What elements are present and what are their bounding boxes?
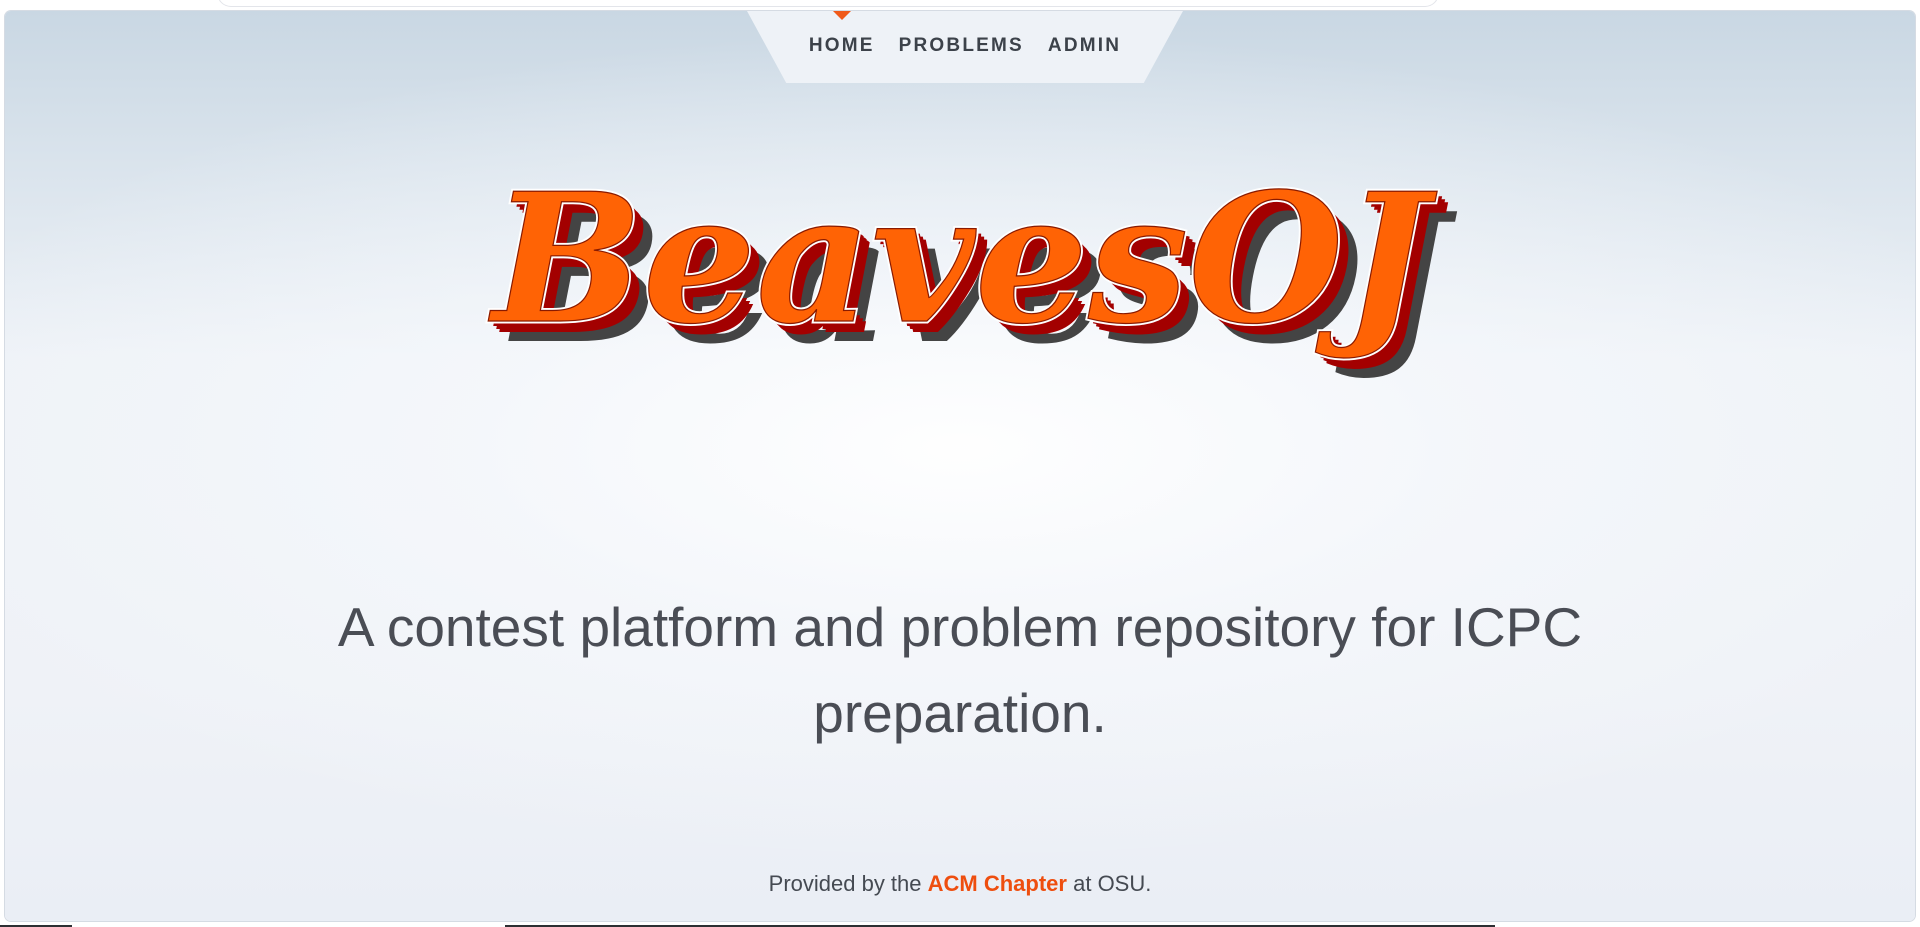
- beavesoj-logo: BeavesOJ BeavesOJ BeavesOJ BeavesOJ Beav…: [485, 152, 1457, 384]
- active-nav-indicator-icon: [832, 11, 851, 20]
- footer-suffix: at OSU.: [1073, 871, 1152, 896]
- nav-problems-link[interactable]: PROBLEMS: [899, 35, 1024, 57]
- hero-tagline: A contest platform and problem repositor…: [337, 596, 1583, 744]
- page-frame: HOME PROBLEMS ADMIN BeavesOJ BeavesOJ Be…: [5, 11, 1915, 921]
- hero-logo: BeavesOJ BeavesOJ BeavesOJ BeavesOJ Beav…: [5, 152, 1915, 419]
- browser-address-bar-edge: [218, 0, 1438, 6]
- nav-home-label: HOME: [808, 35, 875, 56]
- nav-home-link[interactable]: HOME: [808, 11, 875, 57]
- footer: Provided by the ACM Chapter at OSU.: [5, 871, 1915, 897]
- nav-problems-label: PROBLEMS: [898, 35, 1024, 56]
- nav-admin-label: ADMIN: [1047, 35, 1122, 56]
- acm-chapter-link[interactable]: ACM Chapter: [928, 871, 1067, 896]
- nav-admin-link[interactable]: ADMIN: [1048, 35, 1121, 57]
- top-navigation: HOME PROBLEMS ADMIN: [747, 11, 1183, 83]
- logo-text-outline: BeavesOJ: [487, 154, 1437, 363]
- footer-prefix: Provided by the: [768, 871, 922, 896]
